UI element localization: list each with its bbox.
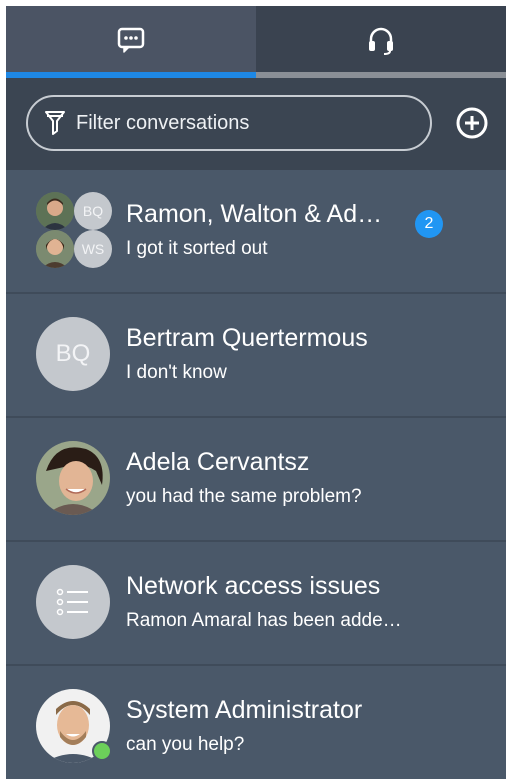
headset-icon xyxy=(369,27,393,55)
avatar xyxy=(36,441,110,515)
member-avatar: BQ xyxy=(74,192,112,230)
conversation-title: Bertram Quertermous xyxy=(126,324,368,352)
conversation-item[interactable]: BQ Bertram Quertermous I don't know xyxy=(6,294,506,418)
conversation-item[interactable]: BQ WS Ramon, Walton & Ad… I got it sorte… xyxy=(6,170,506,294)
member-initials: BQ xyxy=(82,203,104,219)
conversation-title: Ramon, Walton & Ad… xyxy=(126,200,383,228)
person-photo-icon xyxy=(36,192,74,230)
conversation-title: Network access issues xyxy=(126,572,381,600)
online-status-indicator xyxy=(92,741,112,761)
avatar xyxy=(36,689,112,763)
conversation-preview: I got it sorted out xyxy=(126,238,268,259)
conversation-title: System Administrator xyxy=(126,696,363,724)
member-avatar: WS xyxy=(74,230,112,268)
person-photo-icon xyxy=(36,230,74,268)
avatar-initials: BQ xyxy=(55,340,91,367)
conversation-preview: you had the same problem? xyxy=(126,486,362,507)
member-initials: WS xyxy=(81,241,105,257)
conversation-list: BQ WS Ramon, Walton & Ad… I got it sorte… xyxy=(6,170,506,779)
tab-conversations[interactable] xyxy=(6,6,256,78)
tab-support[interactable] xyxy=(256,6,506,78)
conversation-item[interactable]: Network access issues Ramon Amaral has b… xyxy=(6,542,506,666)
conversation-item[interactable]: System Administrator can you help? xyxy=(6,666,506,779)
conversation-preview: Ramon Amaral has been adde… xyxy=(126,610,402,631)
conversation-item[interactable]: Adela Cervantsz you had the same problem… xyxy=(6,418,506,542)
filter-bar xyxy=(6,78,506,170)
filter-field[interactable] xyxy=(26,95,432,151)
avatar xyxy=(36,565,110,639)
unread-badge: 2 xyxy=(415,210,443,238)
chat-bubble-icon xyxy=(117,27,145,53)
conversation-preview: can you help? xyxy=(126,734,245,755)
filter-funnel-icon xyxy=(45,111,65,135)
conversations-panel: BQ WS Ramon, Walton & Ad… I got it sorte… xyxy=(6,6,506,779)
list-icon xyxy=(56,588,88,616)
conversation-title: Adela Cervantsz xyxy=(126,448,310,476)
filter-input[interactable] xyxy=(74,110,398,136)
conversation-preview: I don't know xyxy=(126,362,227,383)
group-avatar: BQ WS xyxy=(34,190,114,270)
plus-circle-icon[interactable] xyxy=(455,106,489,140)
tab-bar xyxy=(6,6,506,78)
person-photo-icon xyxy=(36,441,110,515)
avatar: BQ xyxy=(36,317,110,391)
